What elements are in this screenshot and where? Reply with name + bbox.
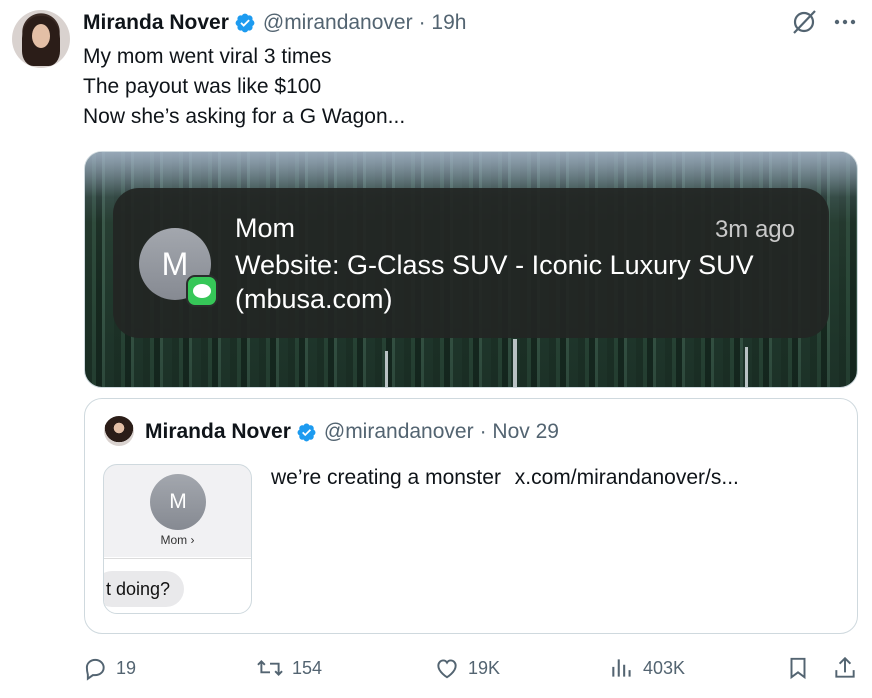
tweet-line: Now she’s asking for a G Wagon... <box>83 105 406 128</box>
tweet-time[interactable]: · 19h <box>419 11 467 35</box>
tweet-text: My mom went viral 3 times The payout was… <box>83 42 405 132</box>
bookmark-button[interactable] <box>785 650 811 686</box>
views-button[interactable]: 403K <box>609 650 685 686</box>
views-count: 403K <box>643 657 686 678</box>
author-avatar[interactable] <box>12 10 70 68</box>
quoted-author-handle[interactable]: @mirandanover <box>324 420 474 444</box>
quoted-author-avatar[interactable] <box>104 416 134 446</box>
reply-count: 19 <box>116 657 137 678</box>
repost-button[interactable]: 154 <box>256 650 322 686</box>
action-bar: 19 154 19K 403K <box>0 650 872 686</box>
verified-badge-icon <box>235 13 255 33</box>
author-name[interactable]: Miranda Nover <box>83 11 229 35</box>
quoted-author-name[interactable]: Miranda Nover <box>145 420 291 444</box>
notification-body: Website: G-Class SUV - Iconic Luxury SUV… <box>235 248 754 316</box>
views-icon <box>612 659 631 677</box>
tweet-header: Miranda Nover @mirandanover · 19h <box>83 10 466 36</box>
grok-icon[interactable] <box>790 8 818 36</box>
contact-avatar: M <box>150 474 206 530</box>
repost-count: 154 <box>292 657 323 678</box>
like-count: 19K <box>468 657 501 678</box>
reply-button[interactable]: 19 <box>82 650 136 686</box>
notification-body-line: (mbusa.com) <box>235 284 393 314</box>
quoted-text: we’re creating a monster <box>271 466 501 489</box>
like-icon <box>437 659 457 679</box>
bookmark-icon <box>790 657 806 680</box>
reply-icon <box>85 658 105 681</box>
share-button[interactable] <box>832 650 858 686</box>
more-icon[interactable] <box>832 9 858 35</box>
quoted-tweet-header: Miranda Nover @mirandanover · Nov 29 <box>145 420 559 444</box>
tweet-line: The payout was like $100 <box>83 75 322 98</box>
top-icons <box>790 8 858 36</box>
message-bubble: t doing? <box>104 571 185 607</box>
like-button[interactable]: 19K <box>434 650 500 686</box>
share-icon <box>835 656 855 678</box>
quoted-tweet-date[interactable]: · Nov 29 <box>480 420 559 444</box>
repost-icon <box>257 659 283 677</box>
quoted-tweet-text: we’re creating a monster x.com/mirandano… <box>271 466 739 490</box>
notification-time: 3m ago <box>714 216 795 243</box>
verified-badge-icon <box>297 423 316 441</box>
message-icon <box>186 275 218 307</box>
author-handle[interactable]: @mirandanover <box>263 11 413 35</box>
notification-sender: Mom <box>235 213 295 243</box>
notification-body-line: Website: G-Class SUV - Iconic Luxury SUV <box>235 250 754 280</box>
contact-label: Mom › <box>160 533 195 547</box>
tweet-line: My mom went viral 3 times <box>83 45 332 68</box>
quoted-link[interactable]: x.com/mirandanover/s... <box>515 466 739 489</box>
quoted-media-thumbnail[interactable]: M Mom › t doing? <box>103 464 252 614</box>
